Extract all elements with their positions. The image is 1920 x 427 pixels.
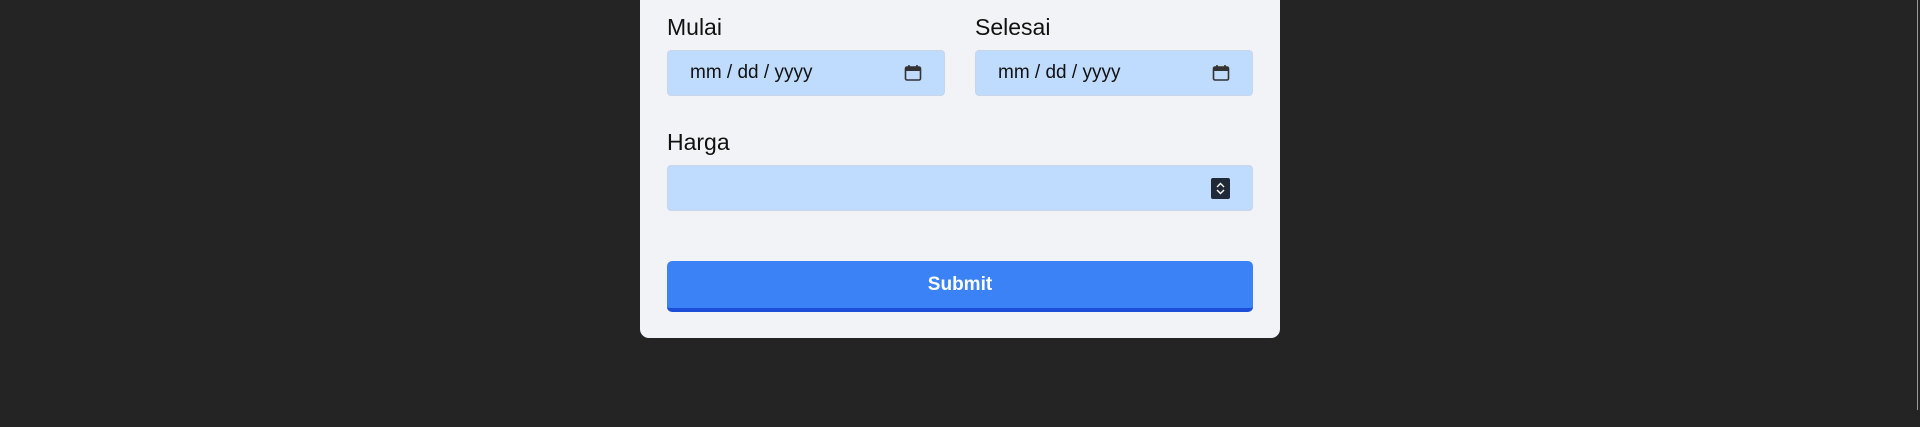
end-date-placeholder: mm / dd / yyyy [998,62,1121,83]
scrollbar[interactable] [1917,0,1918,410]
page: Mulai mm / dd / yyyy Selesai mm / dd / y… [0,0,1920,427]
price-label: Harga [667,129,730,155]
end-field: Selesai mm / dd / yyyy [975,10,1253,96]
calendar-icon[interactable] [1212,64,1230,82]
spinner-icon[interactable] [1211,177,1230,199]
price-field: Harga [667,125,1253,211]
form-card: Mulai mm / dd / yyyy Selesai mm / dd / y… [640,0,1280,338]
price-row: Harga [667,125,1253,211]
date-row: Mulai mm / dd / yyyy Selesai mm / dd / y… [667,10,1253,96]
calendar-icon[interactable] [904,64,922,82]
submit-button[interactable]: Submit [667,261,1253,312]
start-label: Mulai [667,14,722,40]
price-input[interactable] [667,165,1253,211]
start-date-input[interactable]: mm / dd / yyyy [667,50,945,96]
end-date-input[interactable]: mm / dd / yyyy [975,50,1253,96]
start-date-placeholder: mm / dd / yyyy [690,62,813,83]
start-field: Mulai mm / dd / yyyy [667,10,945,96]
end-label: Selesai [975,14,1051,40]
